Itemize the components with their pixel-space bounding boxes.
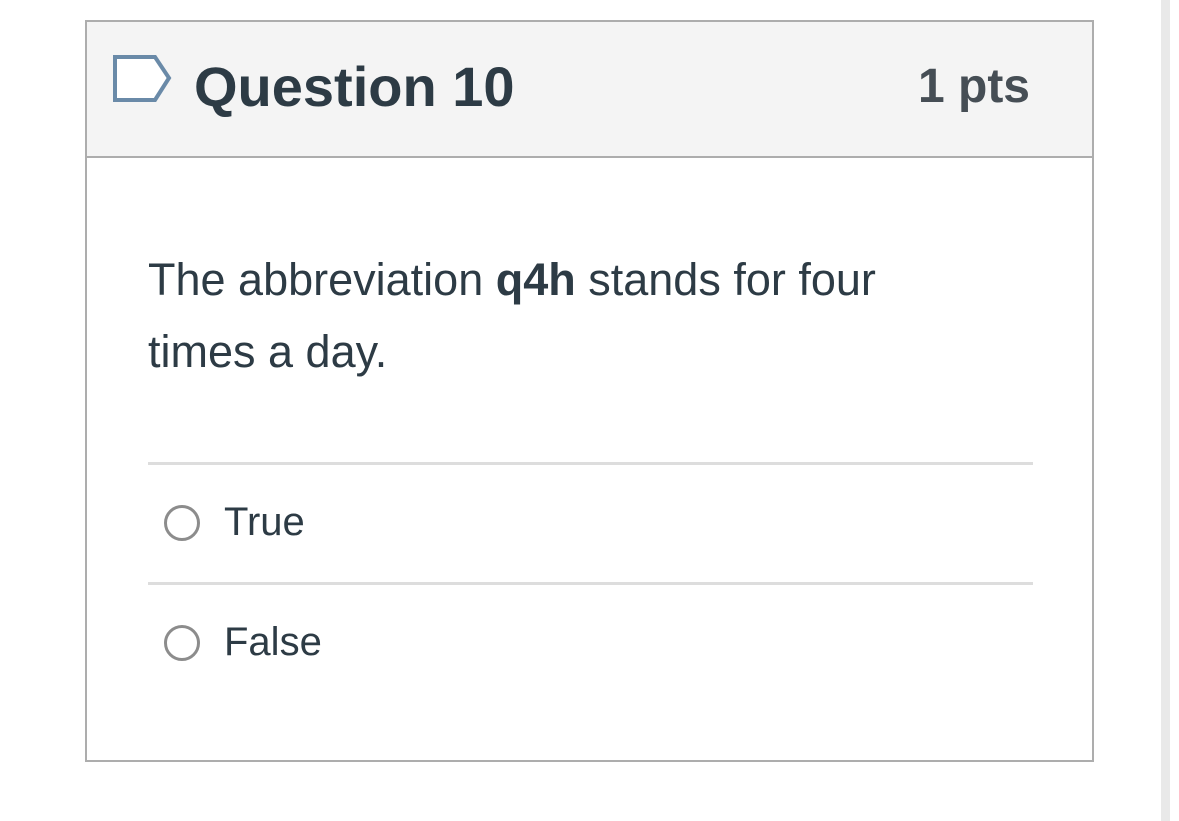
scrollbar-track[interactable]: [1161, 0, 1170, 821]
question-points: 1 pts: [917, 60, 1030, 113]
radio-button-true[interactable]: [164, 505, 200, 541]
answer-label-false: False: [224, 620, 322, 664]
flag-question-icon[interactable]: [111, 54, 173, 104]
question-text-bold: q4h: [495, 254, 576, 305]
question-card: Question 10 1 pts The abbreviation q4h s…: [85, 20, 1094, 762]
question-text: The abbreviation q4h stands for four tim…: [148, 244, 988, 388]
question-header: Question 10 1 pts: [87, 22, 1092, 158]
answer-label-true: True: [224, 500, 305, 544]
question-text-part-1: The abbreviation: [148, 254, 496, 305]
question-title: Question 10: [194, 55, 515, 118]
answer-option-true[interactable]: True: [148, 465, 1033, 582]
answer-option-false[interactable]: False: [148, 585, 1033, 702]
radio-button-false[interactable]: [164, 625, 200, 661]
quiz-page: Question 10 1 pts The abbreviation q4h s…: [0, 0, 1179, 821]
